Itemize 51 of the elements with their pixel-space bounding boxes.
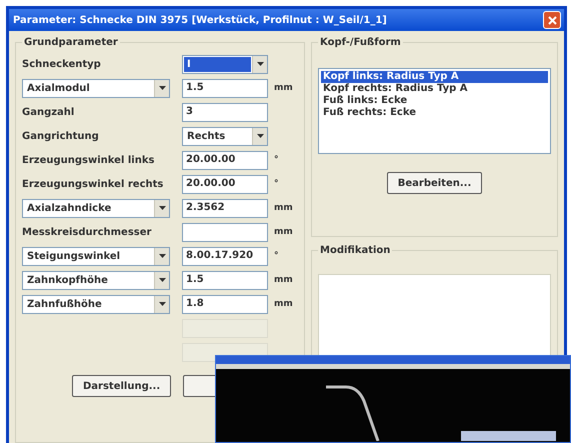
value-dropdown[interactable]: Rechts bbox=[182, 126, 268, 146]
parameter-dropdown[interactable]: Axialmodul bbox=[22, 78, 170, 98]
input-field[interactable]: 1.5 bbox=[182, 78, 268, 98]
caret-icon bbox=[252, 56, 267, 72]
dropdown-value: I bbox=[184, 56, 251, 72]
unit-label: mm bbox=[274, 83, 293, 93]
edit-button[interactable]: Bearbeiten... bbox=[386, 172, 482, 194]
caret-icon bbox=[154, 80, 169, 96]
parameter-dropdown[interactable]: Axialzahndicke bbox=[22, 198, 170, 218]
caret-icon bbox=[154, 296, 169, 312]
parameter-label: Erzeugungswinkel links bbox=[22, 154, 154, 166]
list-item[interactable]: Fuß rechts: Ecke bbox=[321, 107, 548, 119]
close-icon bbox=[548, 16, 556, 24]
caret-icon bbox=[154, 272, 169, 288]
input-field[interactable]: 20.00.00 bbox=[182, 150, 268, 170]
unit-label: mm bbox=[274, 203, 293, 213]
list-item[interactable]: Kopf rechts: Radius Typ A bbox=[321, 83, 548, 95]
close-button[interactable] bbox=[543, 11, 561, 29]
input-field[interactable]: 8.00.17.920 bbox=[182, 246, 268, 266]
unit-label: ° bbox=[274, 179, 278, 189]
caret-icon bbox=[154, 200, 169, 216]
window-title: Parameter: Schnecke DIN 3975 [Werkstück, Profilnut : W_Seil/1_1] bbox=[13, 14, 387, 26]
parameter-label: Messkreisdurchmesser bbox=[22, 226, 152, 238]
parameter-dropdown[interactable]: Zahnkopfhöhe bbox=[22, 270, 170, 290]
parameter-label: Erzeugungswinkel rechts bbox=[22, 178, 164, 190]
group-title: Grundparameter bbox=[23, 37, 119, 48]
value-dropdown[interactable]: I bbox=[182, 54, 268, 74]
input-field[interactable]: 20.00.00 bbox=[182, 174, 268, 194]
input-field[interactable]: 1.8 bbox=[182, 294, 268, 314]
parameter-dropdown[interactable]: Zahnfußhöhe bbox=[22, 294, 170, 314]
unit-label: mm bbox=[274, 227, 293, 237]
group-title: Modifikation bbox=[319, 245, 392, 256]
input-field[interactable]: 3 bbox=[182, 102, 268, 122]
parameter-label: Schneckentyp bbox=[22, 58, 101, 70]
input-field[interactable]: 1.5 bbox=[182, 270, 268, 290]
caret-icon bbox=[154, 248, 169, 264]
caret-icon bbox=[252, 128, 267, 144]
list-item[interactable]: Kopf links: Radius Typ A bbox=[321, 71, 548, 83]
dialog-button[interactable]: Darstellung... bbox=[72, 375, 172, 397]
list-item[interactable]: Fuß links: Ecke bbox=[321, 95, 548, 107]
unit-label: ° bbox=[274, 251, 278, 261]
unit-label: mm bbox=[274, 299, 293, 309]
parameter-dropdown[interactable]: Steigungswinkel bbox=[22, 246, 170, 266]
unit-label: mm bbox=[274, 275, 293, 285]
parameter-label: Gangrichtung bbox=[22, 130, 99, 142]
parameter-label: Gangzahl bbox=[22, 106, 74, 118]
input-field[interactable] bbox=[182, 222, 268, 242]
group-title: Kopf-/Fußform bbox=[319, 37, 402, 48]
unit-label: ° bbox=[274, 155, 278, 165]
dropdown-value: Rechts bbox=[186, 130, 226, 144]
input-field[interactable]: 2.3562 bbox=[182, 198, 268, 218]
